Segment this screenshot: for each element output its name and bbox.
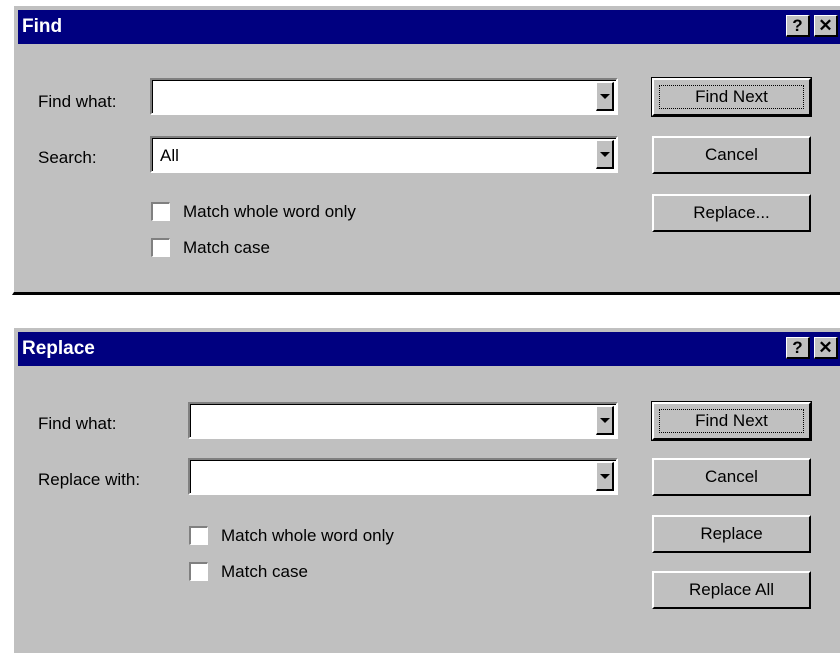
- cancel-label: Cancel: [705, 467, 758, 486]
- replace-titlebar[interactable]: Replace ? ✕: [18, 332, 840, 366]
- find-next-button[interactable]: Find Next: [651, 401, 812, 441]
- help-icon[interactable]: ?: [786, 337, 810, 359]
- cancel-button[interactable]: Cancel: [652, 136, 811, 174]
- find-dialog: Find ? ✕ Find what: Search: All Match wh…: [12, 4, 840, 295]
- dropdown-arrow-icon[interactable]: [596, 140, 614, 169]
- close-icon[interactable]: ✕: [814, 337, 838, 359]
- find-next-button[interactable]: Find Next: [651, 77, 812, 117]
- match-case-checkbox[interactable]: [189, 562, 208, 581]
- close-icon[interactable]: ✕: [814, 15, 838, 37]
- search-value[interactable]: All: [160, 146, 179, 166]
- find-what-label: Find what:: [38, 414, 117, 433]
- match-whole-word-label[interactable]: Match whole word only: [183, 202, 356, 222]
- replace-with-label: Replace with:: [38, 470, 141, 489]
- replace-all-label: Replace All: [688, 580, 775, 599]
- replace-all-button[interactable]: Replace All: [652, 571, 811, 609]
- find-what-combobox[interactable]: [150, 78, 618, 115]
- search-combobox[interactable]: All: [150, 136, 618, 173]
- replace-dialog: Replace ? ✕ Find what: Replace with: Mat…: [12, 326, 840, 653]
- match-whole-word-checkbox[interactable]: [189, 526, 208, 545]
- replace-with-combobox[interactable]: [188, 458, 618, 495]
- dropdown-arrow-icon[interactable]: [596, 82, 614, 111]
- replace-button[interactable]: Replace: [652, 515, 811, 553]
- cancel-button[interactable]: Cancel: [652, 458, 811, 496]
- match-whole-word-label[interactable]: Match whole word only: [221, 526, 394, 546]
- match-case-label[interactable]: Match case: [221, 562, 308, 582]
- replace-label: Replace...: [693, 203, 770, 222]
- dropdown-arrow-icon[interactable]: [596, 406, 614, 435]
- replace-label: Replace: [700, 524, 763, 543]
- find-what-label: Find what:: [38, 92, 117, 111]
- match-whole-word-checkbox[interactable]: [151, 202, 170, 221]
- match-case-label[interactable]: Match case: [183, 238, 270, 258]
- dropdown-arrow-icon[interactable]: [596, 462, 614, 491]
- find-what-combobox[interactable]: [188, 402, 618, 439]
- replace-button[interactable]: Replace...: [652, 194, 811, 232]
- search-label: Search:: [38, 148, 97, 167]
- match-case-checkbox[interactable]: [151, 238, 170, 257]
- cancel-label: Cancel: [705, 145, 758, 164]
- help-icon[interactable]: ?: [786, 15, 810, 37]
- find-titlebar[interactable]: Find ? ✕: [18, 10, 840, 44]
- replace-title: Replace: [22, 338, 95, 359]
- find-title: Find: [22, 16, 63, 37]
